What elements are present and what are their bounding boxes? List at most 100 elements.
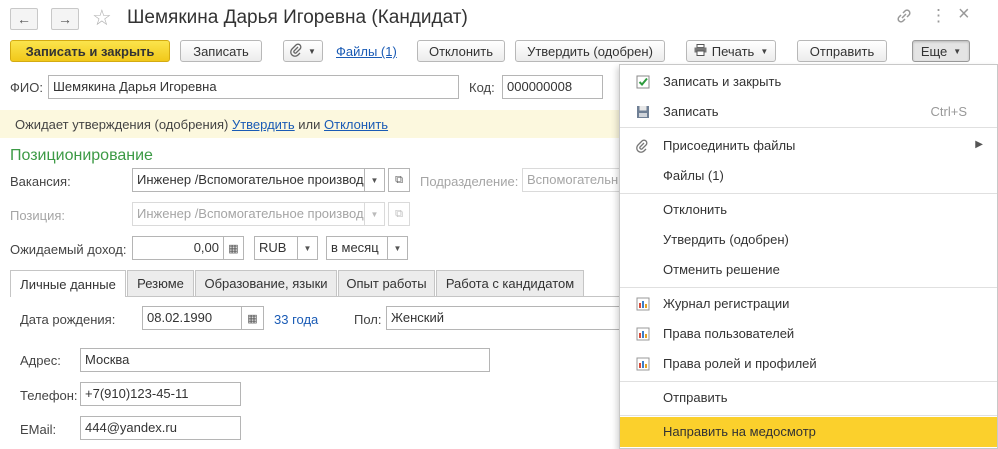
- menu-separator: [620, 193, 997, 194]
- calendar-button[interactable]: ▦: [242, 306, 264, 330]
- sex-input[interactable]: Женский: [386, 306, 620, 330]
- report-icon: [636, 297, 650, 311]
- chevron-down-icon: ▼: [760, 46, 769, 56]
- open-icon: ⧉: [395, 207, 403, 220]
- forward-button[interactable]: →: [51, 8, 79, 30]
- vacancy-input[interactable]: Инженер /Вспомогательное производ: [132, 168, 365, 192]
- send-button[interactable]: Отправить: [797, 40, 887, 62]
- menu-item-approve[interactable]: Утвердить (одобрен): [620, 225, 997, 255]
- sex-label: Пол:: [354, 312, 382, 327]
- more-vertical-icon[interactable]: ⋮: [930, 6, 947, 26]
- calendar-icon: ▦: [247, 312, 258, 325]
- currency-input[interactable]: RUB: [254, 236, 298, 260]
- status-banner-text: Ожидает утверждения (одобрения) Утвердит…: [15, 117, 389, 132]
- chevron-right-icon: ▶: [975, 139, 983, 150]
- fio-label: ФИО:: [10, 80, 43, 95]
- period-dropdown-button[interactable]: ▼: [388, 236, 408, 260]
- income-input[interactable]: 0,00: [132, 236, 224, 260]
- check-icon: [636, 75, 650, 89]
- birth-date-label: Дата рождения:: [20, 312, 116, 327]
- menu-separator: [620, 127, 997, 128]
- chevron-down-icon: ▼: [308, 46, 316, 56]
- more-button[interactable]: Еще ▼: [912, 40, 970, 62]
- more-menu: Записать и закрыть Записать Ctrl+S Присо…: [619, 64, 998, 449]
- arrow-left-icon: ←: [17, 11, 31, 27]
- vacancy-label: Вакансия:: [10, 174, 71, 189]
- report-icon: [636, 327, 650, 341]
- calculator-button[interactable]: ▦: [224, 236, 244, 260]
- chevron-down-icon: ▼: [370, 175, 379, 185]
- period-input[interactable]: в месяц: [326, 236, 388, 260]
- banner-approve-link[interactable]: Утвердить: [232, 117, 295, 132]
- paperclip-icon: [290, 43, 302, 60]
- tab-experience[interactable]: Опыт работы: [338, 270, 435, 296]
- save-and-close-button[interactable]: Записать и закрыть: [10, 40, 170, 62]
- code-label: Код:: [469, 80, 495, 95]
- menu-item-cancel-decision[interactable]: Отменить решение: [620, 255, 997, 285]
- report-icon: [636, 357, 650, 371]
- tab-personal[interactable]: Личные данные: [10, 270, 126, 297]
- menu-item-send[interactable]: Отправить: [620, 383, 997, 413]
- chevron-down-icon: ▼: [303, 243, 312, 253]
- print-button[interactable]: Печать ▼: [686, 40, 776, 62]
- income-label: Ожидаемый доход:: [10, 242, 127, 257]
- files-link[interactable]: Файлы (1): [336, 44, 397, 59]
- arrow-right-icon: →: [58, 11, 72, 27]
- menu-item-files[interactable]: Файлы (1): [620, 161, 997, 191]
- tab-resume[interactable]: Резюме: [127, 270, 194, 296]
- chevron-down-icon: ▼: [953, 46, 962, 56]
- birth-date-input[interactable]: 08.02.1990: [142, 306, 242, 330]
- back-button[interactable]: ←: [10, 8, 38, 30]
- email-input[interactable]: 444@yandex.ru: [80, 416, 241, 440]
- attach-button[interactable]: ▼: [283, 40, 323, 62]
- currency-dropdown-button[interactable]: ▼: [298, 236, 318, 260]
- age-link[interactable]: 33 года: [274, 312, 318, 327]
- menu-item-attach-files[interactable]: Присоединить файлы ▶: [620, 131, 997, 161]
- save-button[interactable]: Записать: [180, 40, 262, 62]
- tab-divider: [126, 296, 620, 297]
- star-icon[interactable]: ☆: [92, 5, 112, 31]
- link-icon[interactable]: [896, 8, 912, 29]
- menu-item-event-log[interactable]: Журнал регистрации: [620, 289, 997, 319]
- calculator-icon: ▦: [228, 242, 239, 255]
- section-title: Позиционирование: [10, 147, 153, 164]
- save-icon: [636, 105, 650, 119]
- chevron-down-icon: ▼: [393, 243, 402, 253]
- menu-separator: [620, 381, 997, 382]
- menu-separator: [620, 287, 997, 288]
- position-input[interactable]: Инженер /Вспомогательное производ: [132, 202, 365, 226]
- phone-label: Телефон:: [20, 388, 78, 403]
- division-input[interactable]: Вспомогательн: [522, 168, 620, 192]
- menu-item-medical-exam[interactable]: Направить на медосмотр: [620, 417, 997, 447]
- tab-candidate-work[interactable]: Работа с кандидатом: [436, 270, 584, 296]
- close-icon[interactable]: ×: [958, 3, 970, 26]
- page-title: Шемякина Дарья Игоревна (Кандидат): [127, 7, 468, 28]
- paperclip-icon: [636, 139, 650, 153]
- menu-item-user-rights[interactable]: Права пользователей: [620, 319, 997, 349]
- tab-education[interactable]: Образование, языки: [195, 270, 337, 296]
- position-open-button[interactable]: ⧉: [388, 202, 410, 226]
- menu-item-reject[interactable]: Отклонить: [620, 195, 997, 225]
- chevron-down-icon: ▼: [370, 209, 379, 219]
- approve-button[interactable]: Утвердить (одобрен): [515, 40, 665, 62]
- menu-item-save[interactable]: Записать Ctrl+S: [620, 97, 997, 127]
- position-dropdown-button[interactable]: ▼: [365, 202, 385, 226]
- reject-button[interactable]: Отклонить: [417, 40, 505, 62]
- vacancy-dropdown-button[interactable]: ▼: [365, 168, 385, 192]
- open-icon: ⧉: [395, 173, 403, 186]
- menu-item-role-rights[interactable]: Права ролей и профилей: [620, 349, 997, 379]
- printer-icon: [694, 43, 707, 59]
- address-input[interactable]: Москва: [80, 348, 490, 372]
- email-label: EMail:: [20, 422, 57, 437]
- phone-input[interactable]: +7(910)123-45-11: [80, 382, 241, 406]
- banner-reject-link[interactable]: Отклонить: [324, 117, 388, 132]
- code-input[interactable]: 000000008: [502, 75, 603, 99]
- menu-item-save-close[interactable]: Записать и закрыть: [620, 67, 997, 97]
- shortcut-text: Ctrl+S: [930, 104, 967, 119]
- fio-input[interactable]: Шемякина Дарья Игоревна: [48, 75, 459, 99]
- division-label: Подразделение:: [420, 174, 519, 189]
- menu-separator: [620, 415, 997, 416]
- vacancy-open-button[interactable]: ⧉: [388, 168, 410, 192]
- position-label: Позиция:: [10, 208, 66, 223]
- address-label: Адрес:: [20, 353, 61, 368]
